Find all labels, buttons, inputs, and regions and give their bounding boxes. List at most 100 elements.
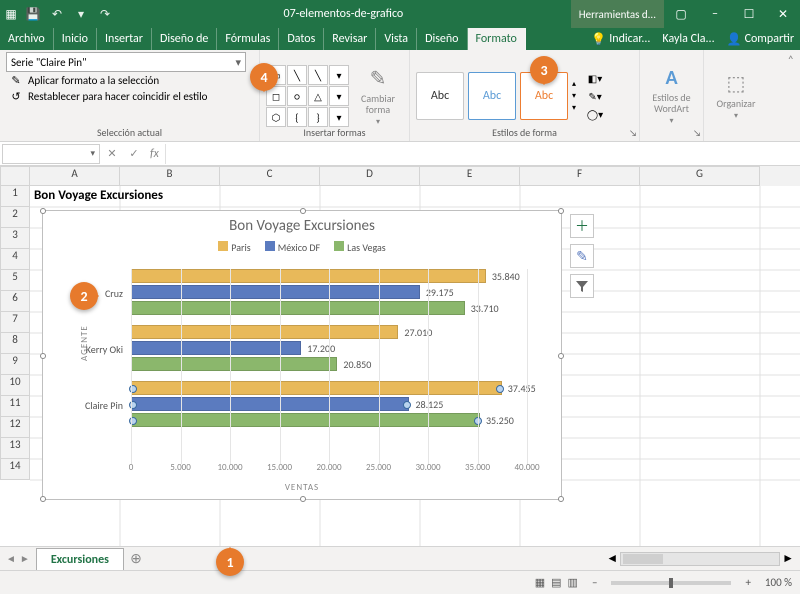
x-tick: 35.000 bbox=[465, 462, 490, 473]
window-minimize[interactable]: – bbox=[698, 7, 732, 22]
window-close[interactable]: ✕ bbox=[766, 7, 800, 22]
tab-formato[interactable]: Formato bbox=[468, 28, 526, 50]
x-tick: 0 bbox=[129, 462, 134, 473]
chart-filters-button[interactable] bbox=[570, 274, 594, 298]
name-box[interactable]: ▾ bbox=[2, 144, 100, 164]
dialog-launcher-icon[interactable]: ↘ bbox=[629, 128, 637, 139]
shape-outline[interactable]: ✎▾ bbox=[580, 88, 610, 104]
zoom-level[interactable]: 100 % bbox=[765, 576, 792, 589]
data-label: 29.175 bbox=[426, 286, 454, 299]
enter-formula-icon[interactable]: ✓ bbox=[124, 147, 144, 160]
shape-fill[interactable]: ◧▾ bbox=[580, 70, 610, 86]
x-tick: 40.000 bbox=[514, 462, 539, 473]
callout-2: 2 bbox=[70, 282, 98, 310]
qat-undo-drop[interactable]: ▾ bbox=[70, 7, 92, 22]
tab-revisar[interactable]: Revisar bbox=[324, 28, 376, 50]
chart-title[interactable]: Bon Voyage Excursiones bbox=[43, 217, 561, 235]
data-bar[interactable] bbox=[131, 341, 301, 355]
qat-redo[interactable]: ↷ bbox=[94, 7, 116, 22]
arrange-button[interactable]: ⬚Organizar▾ bbox=[710, 71, 762, 121]
worksheet-grid[interactable]: A B C D E F G 1234567891011121314 Bon Vo… bbox=[0, 166, 800, 546]
tell-me[interactable]: 💡Indicar... bbox=[585, 32, 656, 47]
wordart-styles-button[interactable]: AEstilos de WordArt▾ bbox=[646, 66, 698, 126]
tab-insertar[interactable]: Insertar bbox=[97, 28, 152, 50]
horizontal-scrollbar[interactable] bbox=[620, 552, 780, 566]
chart-element-dropdown[interactable]: Serie "Claire Pin"▾ bbox=[6, 52, 246, 72]
tab-scroll-right[interactable]: ► bbox=[20, 552, 30, 565]
data-bar[interactable] bbox=[131, 269, 486, 283]
tab-diseno-pagina[interactable]: Diseño de bbox=[152, 28, 217, 50]
shape-effects[interactable]: ◯▾ bbox=[580, 106, 610, 122]
change-shape-button[interactable]: ✎Cambiar forma▾ bbox=[353, 66, 403, 127]
x-axis-title[interactable]: VENTAS bbox=[43, 482, 561, 493]
x-tick: 5.000 bbox=[170, 462, 191, 473]
chart-elements-button[interactable]: ＋ bbox=[570, 214, 594, 238]
zoom-in-icon[interactable]: + bbox=[745, 576, 750, 589]
zoom-out-icon[interactable]: – bbox=[592, 576, 597, 589]
formula-input[interactable] bbox=[165, 144, 800, 164]
view-page-layout-icon[interactable]: ▤ bbox=[551, 576, 561, 589]
tab-scroll-left[interactable]: ◄ bbox=[6, 552, 16, 565]
tab-vista[interactable]: Vista bbox=[376, 28, 417, 50]
share-button[interactable]: 👤Compartir bbox=[721, 32, 800, 47]
callout-3: 3 bbox=[530, 56, 558, 84]
group-label-seleccion: Selección actual bbox=[0, 126, 259, 139]
titlebar: ▦ 💾 ↶ ▾ ↷ 07-elementos-de-grafico Herram… bbox=[0, 0, 800, 28]
category-label: Kerry Oki bbox=[63, 343, 123, 356]
data-label: 35.840 bbox=[492, 270, 520, 283]
tab-inicio[interactable]: Inicio bbox=[54, 28, 97, 50]
x-tick: 30.000 bbox=[415, 462, 440, 473]
category-label: Claire Pin bbox=[63, 399, 123, 412]
formula-bar: ▾ ✕ ✓ fx bbox=[0, 142, 800, 166]
contextual-tab-label: Herramientas d... bbox=[571, 0, 664, 28]
qat-undo[interactable]: ↶ bbox=[46, 7, 68, 22]
x-tick: 20.000 bbox=[316, 462, 341, 473]
ribbon-display-options[interactable]: ▢ bbox=[664, 7, 698, 22]
data-bar[interactable] bbox=[131, 397, 409, 411]
column-headers[interactable]: A B C D E F G bbox=[0, 166, 800, 186]
qat-save[interactable]: 💾 bbox=[22, 7, 44, 22]
collapse-ribbon-icon[interactable]: ˄ bbox=[788, 54, 794, 68]
data-label: 33.710 bbox=[471, 302, 499, 315]
document-name: 07-elementos-de-grafico bbox=[116, 7, 571, 21]
data-label: 37.455 bbox=[508, 382, 536, 395]
new-sheet-button[interactable]: ⊕ bbox=[124, 550, 148, 567]
data-bar[interactable] bbox=[131, 357, 337, 371]
chart-legend[interactable]: Paris México DF Las Vegas bbox=[43, 241, 561, 254]
callout-1: 1 bbox=[216, 548, 244, 576]
ribbon: Serie "Claire Pin"▾ ✎Aplicar formato a l… bbox=[0, 50, 800, 142]
sheet-tabs[interactable]: ◄► Excursiones ⊕ ◄ ► bbox=[0, 546, 800, 570]
tab-datos[interactable]: Datos bbox=[279, 28, 324, 50]
data-label: 35.250 bbox=[486, 414, 514, 427]
tab-formulas[interactable]: Fórmulas bbox=[217, 28, 279, 50]
group-label-insertar-formas: Insertar formas bbox=[260, 126, 409, 139]
view-normal-icon[interactable]: ▦ bbox=[535, 576, 545, 589]
x-tick: 10.000 bbox=[217, 462, 242, 473]
format-selection-button[interactable]: ✎Aplicar formato a la selección bbox=[6, 73, 253, 88]
x-tick: 15.000 bbox=[267, 462, 292, 473]
sheet-tab-excursiones[interactable]: Excursiones bbox=[36, 548, 124, 570]
chart-styles-button[interactable]: ✎ bbox=[570, 244, 594, 268]
view-pagebreak-icon[interactable]: ▥ bbox=[568, 576, 578, 589]
tab-archivo[interactable]: Archivo bbox=[0, 28, 54, 50]
fx-icon[interactable]: fx bbox=[144, 147, 165, 161]
data-bar[interactable] bbox=[131, 381, 502, 395]
chart-object[interactable]: Bon Voyage Excursiones Paris México DF L… bbox=[42, 210, 562, 500]
dialog-launcher-icon[interactable]: ↘ bbox=[693, 128, 701, 139]
cancel-formula-icon[interactable]: ✕ bbox=[102, 147, 122, 160]
data-label: 28.125 bbox=[415, 398, 443, 411]
window-maximize[interactable]: ☐ bbox=[732, 7, 766, 22]
group-label-estilos-forma: Estilos de forma bbox=[410, 126, 639, 139]
user-account[interactable]: Kayla Cla... bbox=[656, 32, 720, 46]
status-bar: ▦ ▤ ▥ – + 100 % bbox=[0, 570, 800, 594]
data-label: 20.850 bbox=[343, 358, 371, 371]
data-bar[interactable] bbox=[131, 285, 420, 299]
shapes-gallery[interactable]: ▭╲╲▾ ◻○△▾ ⬡{}▾ bbox=[266, 65, 349, 127]
row-headers[interactable]: 1234567891011121314 bbox=[0, 186, 30, 480]
tab-diseno-chart[interactable]: Diseño bbox=[417, 28, 467, 50]
select-all-corner[interactable] bbox=[0, 166, 30, 186]
data-bar[interactable] bbox=[131, 325, 398, 339]
reset-match-style-button[interactable]: ↺Restablecer para hacer coincidir el est… bbox=[6, 89, 253, 104]
cell-a1: Bon Voyage Excursiones bbox=[34, 188, 163, 203]
zoom-slider[interactable] bbox=[611, 581, 731, 585]
